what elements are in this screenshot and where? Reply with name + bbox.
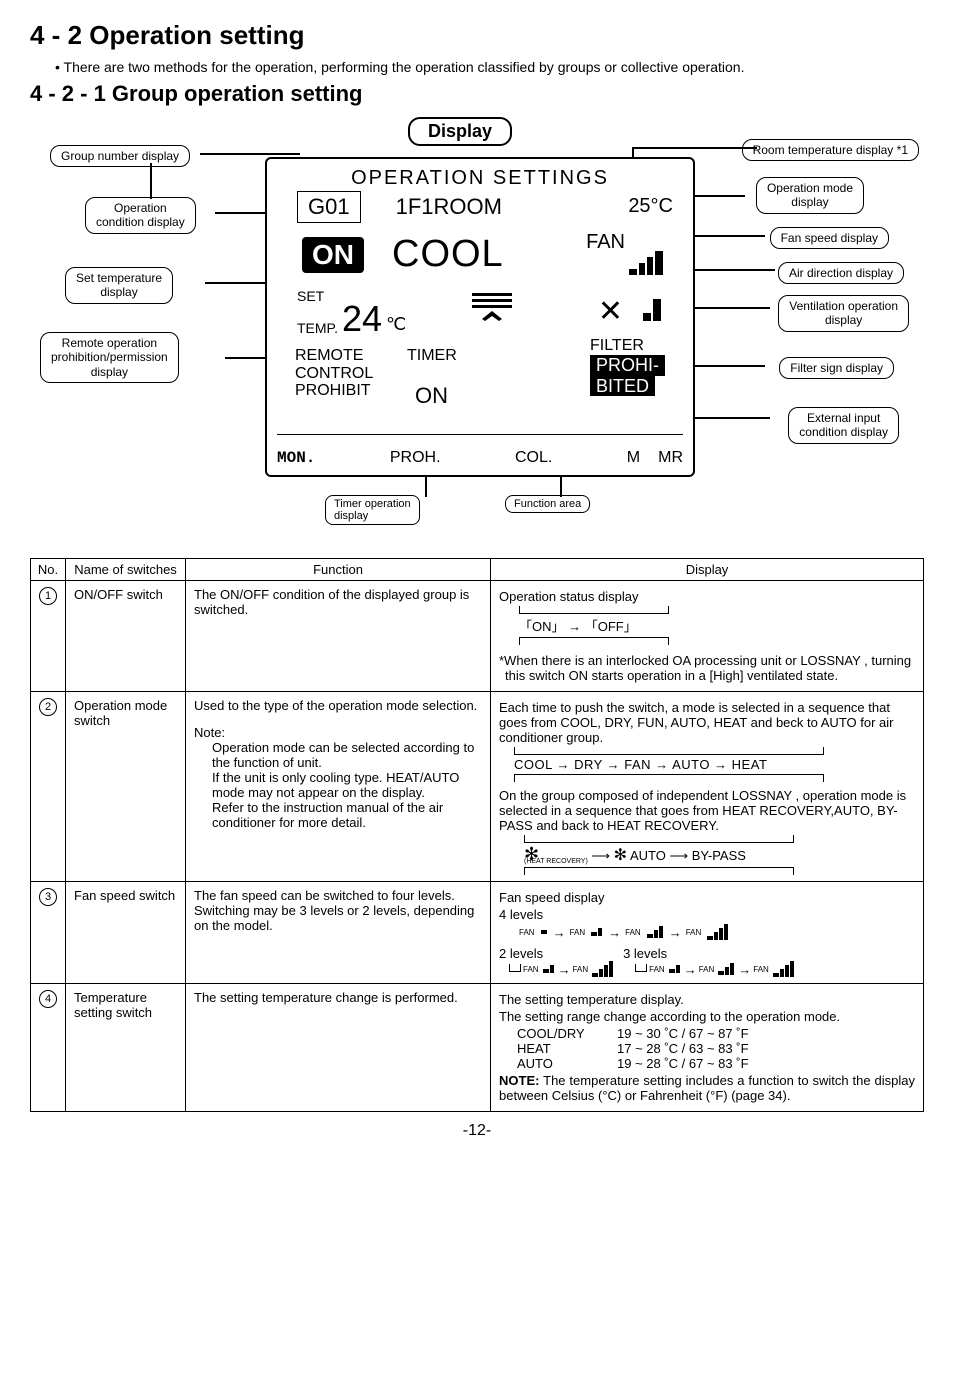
callout-fan-speed: Fan speed display — [770, 227, 889, 249]
callout-group-number: Group number display — [50, 145, 190, 167]
display-label: Display — [408, 117, 512, 146]
section-heading: 4 - 2 Operation setting — [30, 20, 924, 51]
row-number: 1 — [39, 587, 57, 605]
fan-level-icon — [543, 965, 554, 973]
callout-set-temperature: Set temperature display — [65, 267, 173, 304]
lcd-filter-group: FILTER PROHI- BITED — [590, 337, 665, 396]
callout-external-input: External input condition display — [788, 407, 899, 444]
callout-operation-condition: Operation condition display — [85, 197, 196, 234]
function-table: No. Name of switches Function Display 1 … — [30, 558, 924, 1112]
lcd-on-indicator: ON — [302, 237, 364, 273]
airflow-icon — [467, 291, 517, 321]
th-function: Function — [186, 559, 491, 581]
ventilation-icon: ✕ — [598, 294, 623, 329]
fan-level-icon — [773, 961, 794, 977]
fan-level-icon — [591, 928, 602, 936]
row-number: 3 — [39, 888, 57, 906]
fan-speed-icon — [629, 251, 663, 275]
callout-air-direction: Air direction display — [778, 262, 904, 284]
switch-function: Used to the type of the operation mode s… — [186, 692, 491, 882]
lcd-panel: OPERATION SETTINGS G01 1F1ROOM 25°C ON C… — [265, 157, 695, 477]
lcd-timer-on: ON — [415, 383, 448, 409]
switch-display: Fan speed display 4 levels FAN → FAN → F… — [491, 882, 924, 984]
lcd-group: G01 — [297, 191, 361, 223]
subsection-heading: 4 - 2 - 1 Group operation setting — [30, 81, 924, 107]
lcd-set-temp: SET TEMP. 24℃ — [297, 289, 406, 335]
lcd-mode: COOL — [392, 233, 504, 276]
page-number: -12- — [30, 1122, 924, 1140]
callout-function-area: Function area — [505, 495, 590, 513]
display-diagram: Display Group number display Operation c… — [30, 117, 924, 552]
table-row: 2 Operation mode switch Used to the type… — [31, 692, 924, 882]
intro-bullet: • There are two methods for the operatio… — [55, 59, 924, 75]
callout-ventilation: Ventilation operation display — [778, 295, 909, 332]
switch-name: Temperature setting switch — [66, 984, 186, 1112]
th-name: Name of switches — [66, 559, 186, 581]
fan-level-icon — [541, 930, 547, 934]
switch-function: The fan speed can be switched to four le… — [186, 882, 491, 984]
switch-display: Each time to push the switch, a mode is … — [491, 692, 924, 882]
callout-remote-operation: Remote operation prohibition/permission … — [40, 332, 179, 383]
switch-display: Operation status display 「ON」 → 「OFF」 *W… — [491, 581, 924, 692]
fan-level-icon — [669, 965, 680, 973]
fan-level-icon — [707, 924, 728, 940]
lcd-remote-block: REMOTE CONTROL PROHIBIT — [295, 347, 373, 400]
heat-recovery-icon: ✻(HEAT RECOVERY) — [524, 848, 588, 865]
th-display: Display — [491, 559, 924, 581]
th-no: No. — [31, 559, 66, 581]
lcd-fan-label: FAN — [586, 231, 625, 254]
switch-name: Operation mode switch — [66, 692, 186, 882]
table-row: 1 ON/OFF switch The ON/OFF condition of … — [31, 581, 924, 692]
lcd-title: OPERATION SETTINGS — [267, 167, 693, 190]
callout-operation-mode: Operation mode display — [756, 177, 864, 214]
ventilation-arrow-icon — [643, 299, 661, 321]
lcd-bottom-row: MON. PROH. COL. M MR — [277, 449, 683, 467]
row-number: 2 — [39, 698, 57, 716]
callout-room-temp: Room temperature display *1 — [742, 139, 919, 161]
fan-level-icon — [647, 926, 663, 938]
lcd-timer-label: TIMER — [407, 347, 457, 365]
row-number: 4 — [39, 990, 57, 1008]
switch-display: The setting temperature display. The set… — [491, 984, 924, 1112]
fan-level-icon — [718, 963, 734, 975]
switch-function: The ON/OFF condition of the displayed gr… — [186, 581, 491, 692]
callout-filter-sign: Filter sign display — [779, 357, 894, 379]
switch-function: The setting temperature change is perfor… — [186, 984, 491, 1112]
lcd-room-name: 1F1ROOM — [396, 194, 502, 220]
switch-name: Fan speed switch — [66, 882, 186, 984]
table-row: 3 Fan speed switch The fan speed can be … — [31, 882, 924, 984]
fan-level-icon — [592, 961, 613, 977]
callout-timer-operation: Timer operation display — [325, 495, 420, 525]
switch-name: ON/OFF switch — [66, 581, 186, 692]
lcd-room-temp: 25°C — [628, 195, 673, 218]
table-row: 4 Temperature setting switch The setting… — [31, 984, 924, 1112]
